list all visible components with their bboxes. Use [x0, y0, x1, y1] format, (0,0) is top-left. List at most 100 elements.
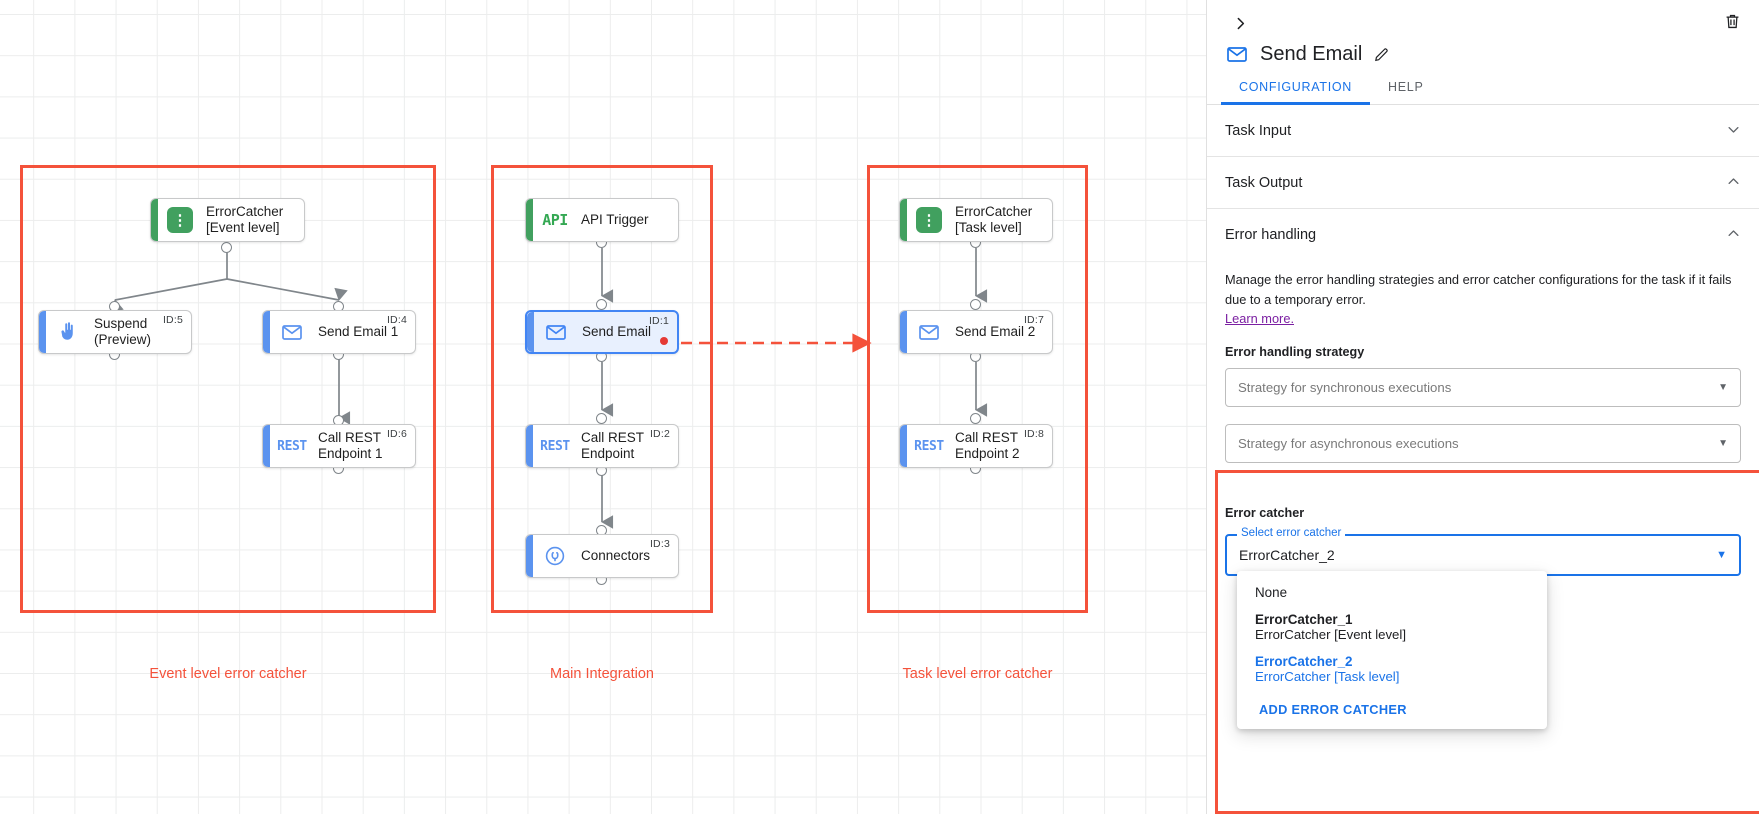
chevron-up-icon[interactable] — [1726, 226, 1741, 244]
node-call-rest-endpoint[interactable]: REST Call REST Endpoint ID:2 — [525, 424, 679, 468]
node-accent — [526, 425, 533, 467]
chevron-down-icon: ▼ — [1716, 548, 1727, 561]
chevron-right-icon[interactable] — [1227, 10, 1253, 36]
node-id: ID:4 — [386, 314, 407, 326]
envelope-icon — [542, 318, 570, 346]
error-catcher-icon: ⋮ — [915, 206, 943, 234]
error-catcher-title: Error catcher — [1225, 505, 1305, 520]
node-id: ID:7 — [1023, 314, 1044, 326]
app-root: Event level error catcher Main Integrati… — [0, 0, 1759, 814]
node-send-email-1[interactable]: Send Email 1 ID:4 — [262, 310, 416, 354]
dropdown-option-none[interactable]: None — [1237, 579, 1547, 606]
option-primary: ErrorCatcher_1 — [1255, 611, 1353, 627]
section-task-output: Task Output — [1207, 157, 1759, 209]
select-error-catcher[interactable]: Select error catcher ErrorCatcher_2 ▼ — [1225, 526, 1741, 576]
envelope-icon — [1225, 42, 1249, 66]
group-caption-main-integration: Main Integration — [550, 666, 654, 682]
node-id: ID:5 — [162, 314, 183, 326]
tab-help[interactable]: HELP — [1370, 80, 1441, 104]
node-label: Send Email — [582, 324, 652, 340]
node-id: ID:3 — [649, 538, 670, 550]
hand-icon — [54, 318, 82, 346]
node-label: Connectors — [581, 548, 651, 564]
section-header-error-handling[interactable]: Error handling — [1225, 209, 1741, 260]
integration-canvas[interactable]: Event level error catcher Main Integrati… — [0, 0, 1206, 814]
node-label: ErrorCatcher [Event level] — [206, 204, 284, 235]
node-accent — [900, 425, 907, 467]
page-title: Send Email — [1260, 42, 1363, 65]
node-error-catcher-task-level[interactable]: ⋮ ErrorCatcher [Task level] — [899, 198, 1053, 242]
node-send-email-2[interactable]: Send Email 2 ID:7 — [899, 310, 1053, 354]
section-title: Task Input — [1225, 122, 1292, 139]
error-catcher-icon: ⋮ — [166, 206, 194, 234]
option-secondary: ErrorCatcher [Event level] — [1255, 626, 1406, 642]
api-icon: API — [542, 211, 568, 229]
section-title: Task Output — [1225, 174, 1303, 191]
rest-icon: REST — [277, 438, 307, 454]
node-id: ID:2 — [649, 428, 670, 440]
node-accent — [526, 199, 533, 241]
group-caption-task-level: Task level error catcher — [902, 666, 1053, 682]
sync-strategy-value: Strategy for synchronous executions — [1238, 379, 1452, 395]
node-accent — [526, 535, 533, 577]
node-label: Send Email 2 — [955, 324, 1036, 340]
dropdown-option-errorcatcher-1[interactable]: ErrorCatcher_1 ErrorCatcher [Event level… — [1237, 606, 1547, 648]
node-accent — [263, 311, 270, 353]
node-api-trigger[interactable]: API API Trigger — [525, 198, 679, 242]
node-label: Call REST Endpoint 2 — [955, 430, 1020, 461]
node-id: ID:6 — [386, 428, 407, 440]
node-accent — [527, 312, 534, 352]
pencil-icon[interactable] — [1373, 46, 1390, 63]
section-header-task-input[interactable]: Task Input — [1225, 105, 1741, 156]
node-label: Call REST Endpoint 1 — [318, 430, 383, 461]
select-error-catcher-value: ErrorCatcher_2 — [1239, 546, 1335, 563]
node-accent — [151, 199, 158, 241]
group-caption-event-level: Event level error catcher — [149, 666, 307, 682]
learn-more-link[interactable]: Learn more. — [1225, 311, 1294, 326]
error-catcher-dropdown[interactable]: None ErrorCatcher_1 ErrorCatcher [Event … — [1237, 570, 1547, 729]
chevron-down-icon: ▼ — [1718, 381, 1728, 393]
node-id: ID:8 — [1023, 428, 1044, 440]
async-strategy-select[interactable]: Strategy for asynchronous executions ▼ — [1225, 423, 1741, 463]
node-label: Send Email 1 — [318, 324, 399, 340]
node-error-catcher-event-level[interactable]: ⋮ ErrorCatcher [Event level] — [150, 198, 305, 242]
node-connectors[interactable]: Connectors ID:3 — [525, 534, 679, 578]
section-task-input: Task Input — [1207, 105, 1759, 157]
trash-icon[interactable] — [1719, 8, 1745, 34]
error-catcher-area: Error catcher Select error catcher Error… — [1207, 494, 1759, 729]
node-label: Call REST Endpoint — [581, 430, 645, 461]
node-id: ID:1 — [648, 315, 669, 327]
rest-icon: REST — [540, 438, 570, 454]
node-call-rest-endpoint-1[interactable]: REST Call REST Endpoint 1 ID:6 — [262, 424, 416, 468]
chevron-down-icon: ▼ — [1718, 437, 1728, 449]
chevron-down-icon[interactable] — [1726, 122, 1741, 140]
option-primary: None — [1255, 584, 1288, 600]
option-primary: ErrorCatcher_2 — [1255, 653, 1353, 669]
node-suspend[interactable]: Suspend (Preview) ID:5 — [38, 310, 192, 354]
panel-header — [1207, 0, 1759, 36]
section-header-task-output[interactable]: Task Output — [1225, 157, 1741, 208]
node-label: Suspend (Preview) — [94, 316, 152, 347]
option-secondary: ErrorCatcher [Task level] — [1255, 668, 1400, 684]
sync-strategy-select[interactable]: Strategy for synchronous executions ▼ — [1225, 367, 1741, 407]
async-strategy-value: Strategy for asynchronous executions — [1238, 435, 1459, 451]
envelope-icon — [278, 318, 306, 346]
rest-icon: REST — [914, 438, 944, 454]
dropdown-option-errorcatcher-2[interactable]: ErrorCatcher_2 ErrorCatcher [Task level] — [1237, 648, 1547, 690]
select-error-catcher-label: Select error catcher — [1237, 526, 1346, 539]
node-accent — [900, 199, 907, 241]
chevron-up-icon[interactable] — [1726, 174, 1741, 192]
add-error-catcher-button[interactable]: ADD ERROR CATCHER — [1237, 690, 1547, 719]
node-accent — [900, 311, 907, 353]
section-title: Error handling — [1225, 226, 1317, 243]
node-accent — [39, 311, 46, 353]
panel-tabs: CONFIGURATION HELP — [1207, 80, 1759, 105]
panel-title-row: Send Email — [1207, 36, 1759, 66]
node-accent — [263, 425, 270, 467]
task-config-panel: Send Email CONFIGURATION HELP Task Input — [1206, 0, 1759, 814]
node-send-email[interactable]: Send Email ID:1 — [525, 310, 679, 354]
node-label: API Trigger — [581, 212, 649, 228]
node-call-rest-endpoint-2[interactable]: REST Call REST Endpoint 2 ID:8 — [899, 424, 1053, 468]
tab-configuration[interactable]: CONFIGURATION — [1221, 80, 1371, 105]
section-error-handling: Error handling Manage the error handling… — [1207, 209, 1759, 494]
